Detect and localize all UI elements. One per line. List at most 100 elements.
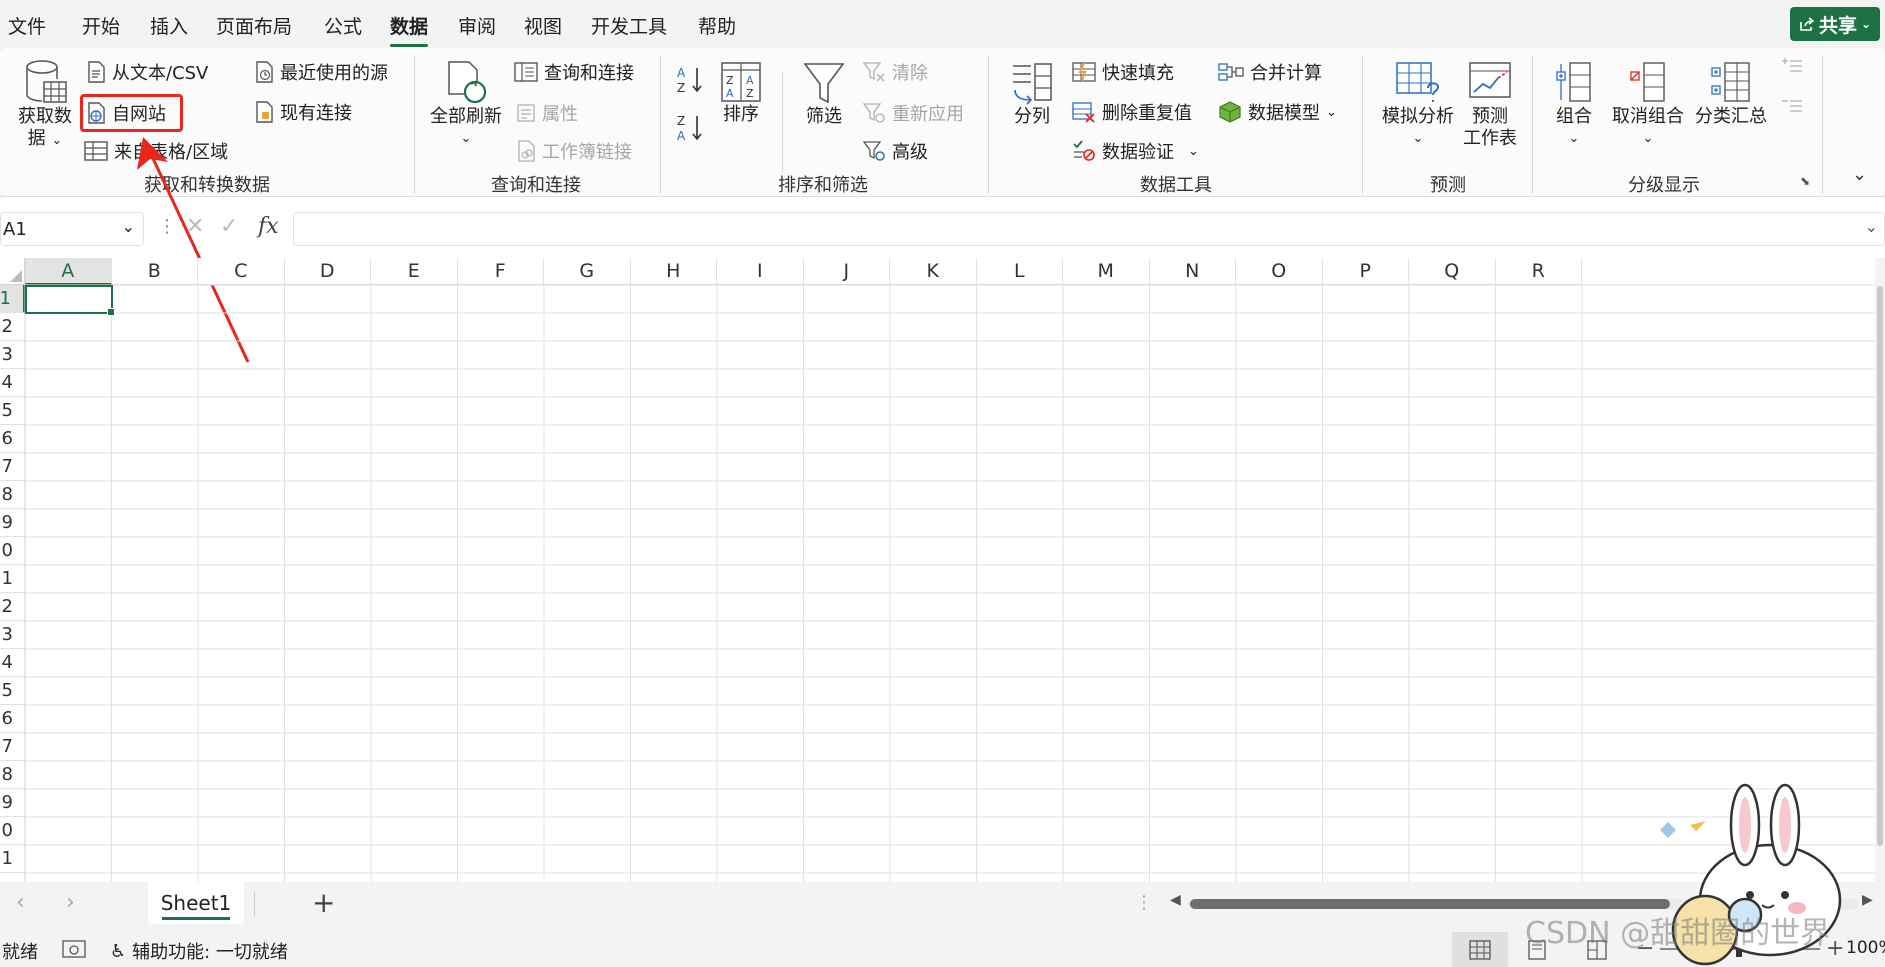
what-if-analysis-button[interactable]: 模拟分析 ⌄ <box>1378 60 1458 150</box>
more-options-icon[interactable]: ⋮ <box>158 216 176 237</box>
remove-duplicates-label: 删除重复值 <box>1102 103 1192 124</box>
svg-text:A: A <box>726 87 734 100</box>
advanced-filter-button[interactable]: 高级 <box>862 138 928 164</box>
collapse-ribbon-icon[interactable]: ⌄ <box>1852 164 1867 185</box>
menu-help[interactable]: 帮助 <box>698 12 736 39</box>
ungroup-button[interactable]: 取消组合 ⌄ <box>1608 60 1688 150</box>
chevron-down-icon: ⌄ <box>1326 104 1337 120</box>
chevron-down-icon: ⌄ <box>460 131 472 146</box>
insert-function-icon[interactable]: fx <box>258 214 279 239</box>
filter-label: 筛选 <box>806 106 842 127</box>
properties-button[interactable]: 属性 <box>516 100 578 126</box>
split-columns-icon <box>1013 63 1052 105</box>
filter-button[interactable]: 筛选 <box>796 60 852 128</box>
grid-view-icon <box>1469 939 1491 960</box>
chevron-down-icon: ⌄ <box>1864 217 1878 236</box>
fill-handle[interactable] <box>106 308 115 316</box>
forecast-sheet-button[interactable]: 预测 工作表 <box>1460 60 1520 150</box>
watermark-text: CSDN @甜甜圈的世界 <box>1525 916 1831 951</box>
group-label-forecast: 预测 <box>1430 175 1466 196</box>
formula-input[interactable]: ⌄ <box>293 212 1885 246</box>
data-model-icon <box>1219 101 1241 123</box>
menu-review[interactable]: 审阅 <box>458 12 496 39</box>
group-divider <box>1362 56 1363 194</box>
sheet-tab-sheet1[interactable]: Sheet1 <box>148 882 244 924</box>
properties-label: 属性 <box>542 104 578 125</box>
group-divider <box>988 56 989 194</box>
workbook-links-button[interactable]: 工作簿链接 <box>516 138 632 164</box>
consolidate-icon <box>1218 63 1244 81</box>
normal-view-button[interactable] <box>1452 932 1508 967</box>
sheet-tab-label: Sheet1 <box>160 891 232 915</box>
sort-descending-icon: ZA <box>677 114 702 143</box>
chevron-down-icon: ⌄ <box>1860 17 1872 31</box>
selected-cell[interactable] <box>25 285 115 316</box>
queries-connections-label: 查询和连接 <box>544 63 634 84</box>
ungroup-label: 取消组合 <box>1612 106 1684 127</box>
advanced-filter-label: 高级 <box>892 142 928 163</box>
queries-connections-button[interactable]: 查询和连接 <box>514 59 634 85</box>
hide-detail-button[interactable] <box>1780 96 1804 116</box>
scroll-left-icon[interactable]: ‹ <box>16 890 25 915</box>
reapply-button[interactable]: 重新应用 <box>862 100 964 126</box>
menu-data[interactable]: 数据 <box>390 12 429 47</box>
what-if-icon <box>1396 62 1440 102</box>
accessibility-icon: ♿ <box>110 940 127 962</box>
consolidate-button[interactable]: 合并计算 <box>1218 59 1322 85</box>
scroll-left-icon[interactable]: ◀ <box>1170 892 1181 908</box>
clear-label: 清除 <box>892 63 928 84</box>
funnel-icon <box>803 63 845 104</box>
data-validation-label: 数据验证 <box>1102 142 1174 163</box>
svg-text:Z: Z <box>677 114 685 128</box>
chevron-down-icon: ⌄ <box>1568 131 1580 146</box>
subtotal-button[interactable]: 分类汇总 <box>1690 60 1772 128</box>
remove-duplicates-icon <box>1072 102 1095 123</box>
show-detail-button[interactable] <box>1780 56 1804 76</box>
svg-text:Z: Z <box>746 87 754 100</box>
more-options-icon[interactable]: ⋮ <box>1135 892 1153 913</box>
ready-status: 就绪 <box>2 942 38 963</box>
enter-icon[interactable]: ✓ <box>220 214 238 239</box>
sort-desc-button[interactable]: ZA <box>675 112 705 144</box>
svg-text:A: A <box>677 66 686 80</box>
properties-icon <box>517 104 535 122</box>
chevron-down-icon: ⌄ <box>121 217 135 236</box>
advanced-filter-icon <box>862 141 885 161</box>
add-sheet-button[interactable]: + <box>312 886 335 919</box>
dialog-launcher-icon[interactable]: ⬊ <box>1800 174 1810 188</box>
menu-view[interactable]: 视图 <box>524 12 562 39</box>
refresh-all-button[interactable]: 全部刷新 ⌄ <box>428 60 504 150</box>
spreadsheet-grid[interactable]: ABCDEFGHIJKLMNOPQR 123456789101112131415… <box>0 258 1875 882</box>
group-divider <box>1532 56 1533 194</box>
group-button[interactable]: 组合 ⌄ <box>1548 60 1600 150</box>
group-label-text: 组合 <box>1556 106 1592 127</box>
name-box[interactable]: A1 ⌄ <box>0 212 144 246</box>
menu-formulas[interactable]: 公式 <box>324 12 362 39</box>
clear-filter-icon <box>862 62 885 82</box>
data-validation-icon <box>1073 140 1095 161</box>
cell-mode-icon[interactable] <box>62 939 86 959</box>
refresh-all-label: 全部刷新 <box>430 106 502 127</box>
sort-button[interactable]: ZAAZ 排序 <box>716 60 766 126</box>
flash-fill-label: 快速填充 <box>1102 63 1174 84</box>
text-to-columns-button[interactable]: 分列 <box>1004 60 1060 128</box>
flash-fill-button[interactable]: 快速填充 <box>1072 59 1174 85</box>
chevron-down-icon: ⌄ <box>1412 131 1424 146</box>
cancel-icon[interactable]: ✕ <box>186 214 204 239</box>
accessibility-status[interactable]: ♿ 辅助功能: 一切就绪 <box>110 938 288 964</box>
consolidate-label: 合并计算 <box>1250 63 1322 84</box>
sort-asc-button[interactable]: AZ <box>675 64 705 96</box>
vertical-scroll-thumb[interactable] <box>1877 286 1883 846</box>
subtotal-icon <box>1711 62 1750 102</box>
accessibility-label: 辅助功能: 一切就绪 <box>132 942 288 963</box>
remove-duplicates-button[interactable]: 删除重复值 <box>1072 99 1192 125</box>
scroll-right-icon[interactable]: › <box>66 890 75 915</box>
menu-developer[interactable]: 开发工具 <box>591 12 667 39</box>
clear-button[interactable]: 清除 <box>862 59 928 85</box>
data-validation-button[interactable]: 数据验证 ⌄ <box>1072 138 1199 164</box>
data-model-button[interactable]: 数据模型 ⌄ <box>1218 99 1337 125</box>
share-icon <box>1800 17 1815 31</box>
subtotal-label: 分类汇总 <box>1695 106 1767 127</box>
refresh-icon <box>448 61 487 104</box>
share-button[interactable]: 共享 ⌄ <box>1790 7 1880 41</box>
